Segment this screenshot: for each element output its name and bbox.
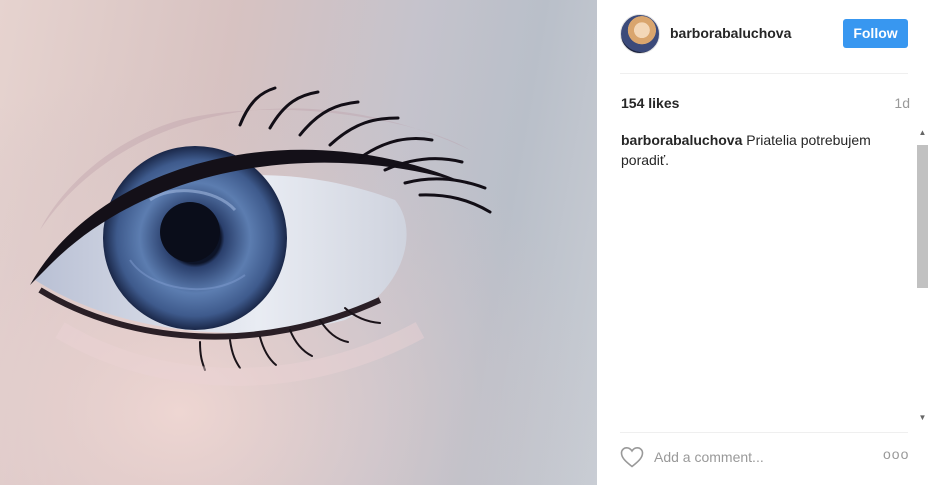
header-divider (620, 73, 908, 74)
scroll-thumb[interactable] (917, 145, 928, 288)
post-header: barborabaluchova Follow (597, 0, 932, 74)
follow-button[interactable]: Follow (843, 19, 908, 48)
post-photo[interactable] (0, 0, 597, 485)
heart-outline-icon[interactable] (620, 446, 644, 468)
caption-username-link[interactable]: barborabaluchova (621, 132, 742, 148)
eye-closeup-image (0, 0, 597, 485)
add-comment-input[interactable] (654, 446, 869, 468)
comments-scrollbar[interactable]: ▲ ▼ (914, 127, 931, 423)
scroll-up-arrow-icon[interactable]: ▲ (917, 127, 928, 138)
caption: barborabaluchova Priatelia potrebujem po… (621, 130, 891, 170)
likes-count[interactable]: 154 likes (621, 95, 679, 111)
actions-divider (620, 432, 908, 433)
post-details-panel: barborabaluchova Follow 154 likes 1d bar… (597, 0, 932, 485)
comments-list: barborabaluchova Priatelia potrebujem po… (621, 130, 911, 422)
more-options-icon[interactable]: ooo (883, 446, 909, 462)
scroll-down-arrow-icon[interactable]: ▼ (917, 412, 928, 423)
username-link[interactable]: barborabaluchova (670, 25, 791, 41)
avatar[interactable] (620, 14, 660, 54)
post-time[interactable]: 1d (894, 95, 910, 111)
